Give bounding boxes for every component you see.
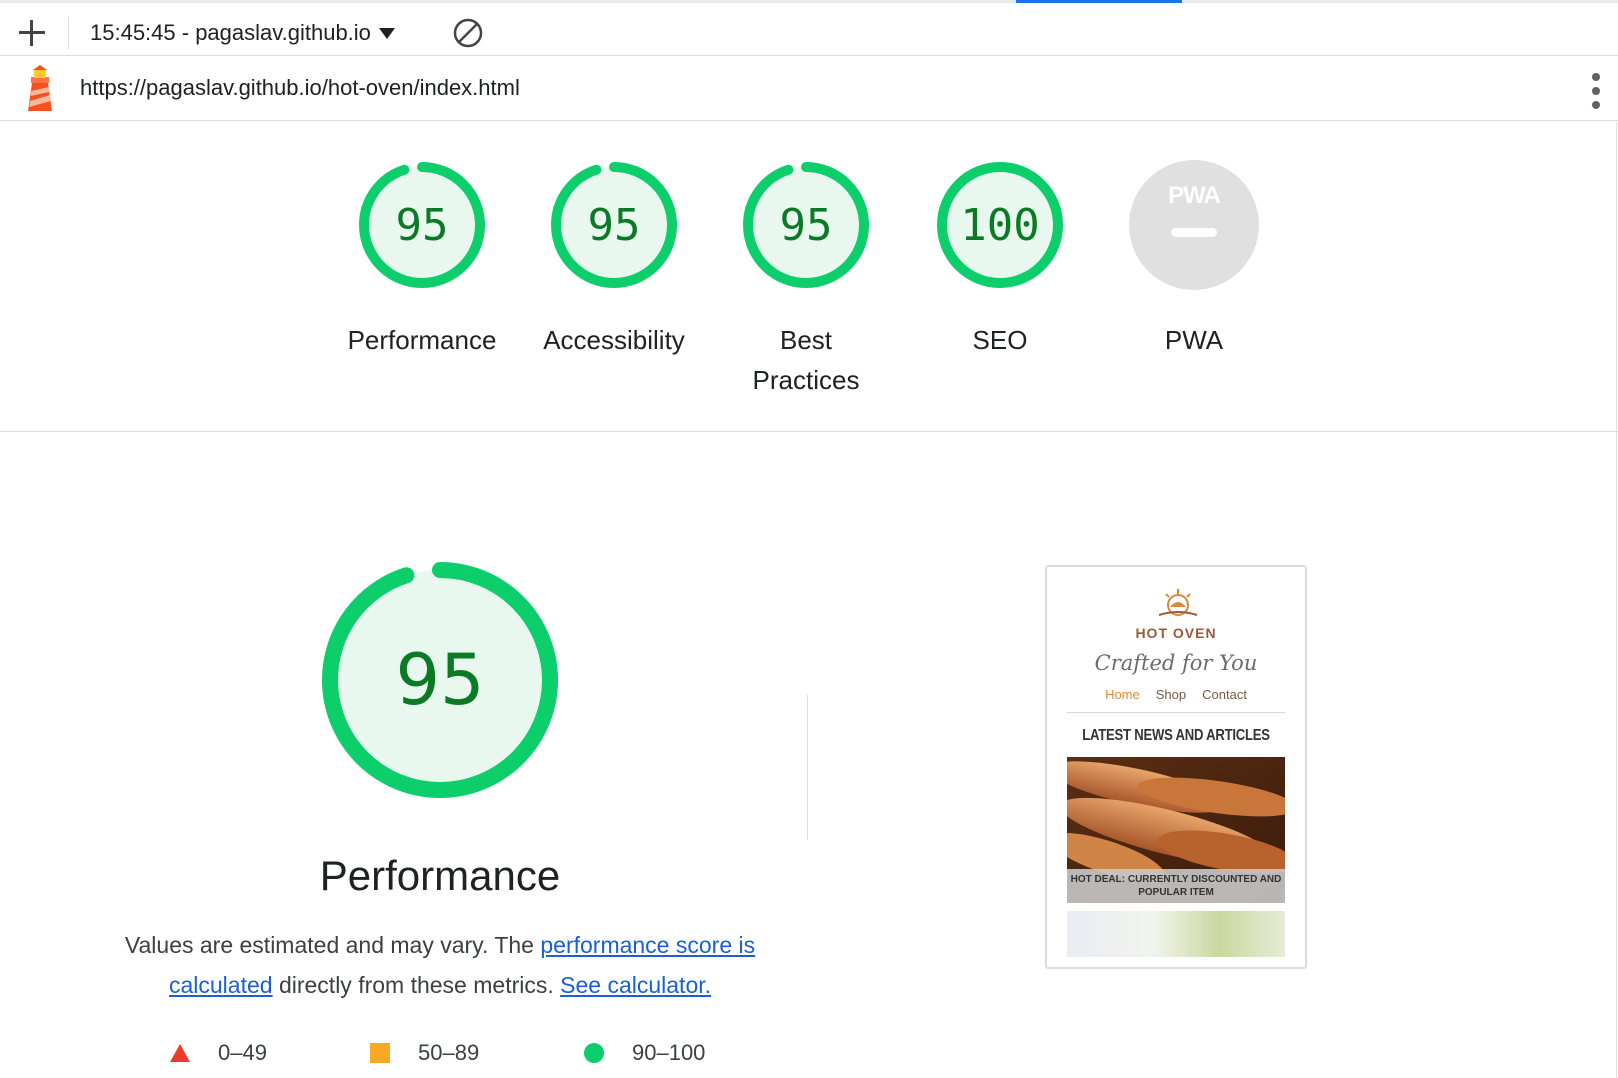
- score-pwa[interactable]: PWA PWA: [1104, 160, 1284, 360]
- accessibility-score: 95: [587, 199, 641, 251]
- legend-average-range: 50–89: [418, 1040, 480, 1065]
- seo-gauge: 100: [935, 160, 1065, 290]
- best-practices-label: Best Practices: [752, 325, 860, 395]
- caret-down-icon: [378, 27, 395, 39]
- thumbnail-brand: HOT OVEN: [1135, 625, 1217, 641]
- report-selector-dropdown[interactable]: 15:45:45 - pagaslav.github.io: [90, 17, 395, 49]
- seo-label: SEO: [972, 325, 1028, 355]
- legend-fail: 0–49: [170, 1040, 267, 1066]
- active-indicator: [1016, 0, 1182, 3]
- fail-triangle-icon: [170, 1044, 190, 1062]
- legend-pass-range: 90–100: [632, 1040, 706, 1065]
- best-practices-gauge: 95: [741, 160, 871, 290]
- toolbar-divider: [68, 17, 69, 49]
- pwa-badge-icon: PWA: [1129, 160, 1259, 290]
- description-text-1: Values are estimated and may vary. The: [124, 932, 541, 958]
- see-calculator-link[interactable]: See calculator.: [560, 972, 711, 998]
- pwa-label: PWA: [1164, 325, 1224, 355]
- final-screenshot-thumbnail[interactable]: HOT OVEN Crafted for You Home Shop Conta…: [1045, 565, 1307, 969]
- oven-logo-icon: [1158, 589, 1198, 616]
- score-best-practices[interactable]: 95 Best Practices: [716, 160, 896, 400]
- score-seo[interactable]: 100 SEO: [910, 160, 1090, 360]
- thumbnail-heading: LATEST NEWS AND ARTICLES: [1082, 727, 1270, 744]
- performance-big-gauge: 95: [320, 560, 560, 800]
- performance-section-title: Performance: [319, 852, 561, 899]
- thumbnail-nav: Home Shop Contact: [1047, 687, 1305, 702]
- thumbnail-divider: [1067, 712, 1285, 713]
- accessibility-gauge: 95: [549, 160, 679, 290]
- average-square-icon: [370, 1043, 390, 1063]
- scores-summary: 95 Performance 95 Accessibility 95 Best …: [0, 122, 1618, 432]
- performance-big-score: 95: [395, 639, 485, 721]
- best-practices-score: 95: [779, 199, 833, 251]
- thumbnail-caption: HOT DEAL: CURRENTLY DISCOUNTED AND POPUL…: [1067, 869, 1285, 903]
- pwa-dash: [1171, 228, 1217, 237]
- thumbnail-tagline: Crafted for You: [1094, 651, 1258, 675]
- new-report-plus-icon[interactable]: [14, 15, 50, 51]
- performance-score: 95: [395, 199, 449, 251]
- score-legend: 0–49 50–89 90–100: [170, 1040, 770, 1076]
- bread-image: HOT DEAL: CURRENTLY DISCOUNTED AND POPUL…: [1067, 757, 1285, 903]
- page-edge: [1616, 122, 1617, 1078]
- wheat-image: [1067, 911, 1285, 957]
- lighthouse-logo-icon: [28, 65, 52, 111]
- pass-circle-icon: [584, 1043, 604, 1063]
- clear-block-icon[interactable]: [452, 17, 484, 49]
- thumbnail-nav-contact: Contact: [1202, 687, 1247, 702]
- score-accessibility[interactable]: 95 Accessibility: [524, 160, 704, 360]
- description-text-2: directly from these metrics.: [272, 972, 561, 998]
- performance-description: Values are estimated and may vary. The p…: [110, 925, 770, 1005]
- report-selector-label: 15:45:45 - pagaslav.github.io: [90, 20, 371, 45]
- legend-average: 50–89: [370, 1040, 479, 1066]
- legend-fail-range: 0–49: [218, 1040, 267, 1065]
- performance-label: Performance: [347, 325, 497, 355]
- more-options-icon[interactable]: [1584, 71, 1608, 111]
- pwa-badge-text: PWA: [1168, 182, 1221, 209]
- report-url: https://pagaslav.github.io/hot-oven/inde…: [80, 75, 520, 100]
- legend-pass: 90–100: [584, 1040, 705, 1066]
- url-bar: https://pagaslav.github.io/hot-oven/inde…: [0, 57, 1618, 121]
- score-performance[interactable]: 95 Performance: [332, 160, 512, 360]
- section-divider: [807, 695, 808, 840]
- thumbnail-nav-home: Home: [1105, 687, 1140, 702]
- performance-gauge: 95: [357, 160, 487, 290]
- thumbnail-nav-shop: Shop: [1155, 687, 1187, 702]
- seo-score: 100: [960, 199, 1040, 251]
- accessibility-label: Accessibility: [543, 325, 685, 355]
- report-toolbar: 15:45:45 - pagaslav.github.io: [0, 0, 1618, 56]
